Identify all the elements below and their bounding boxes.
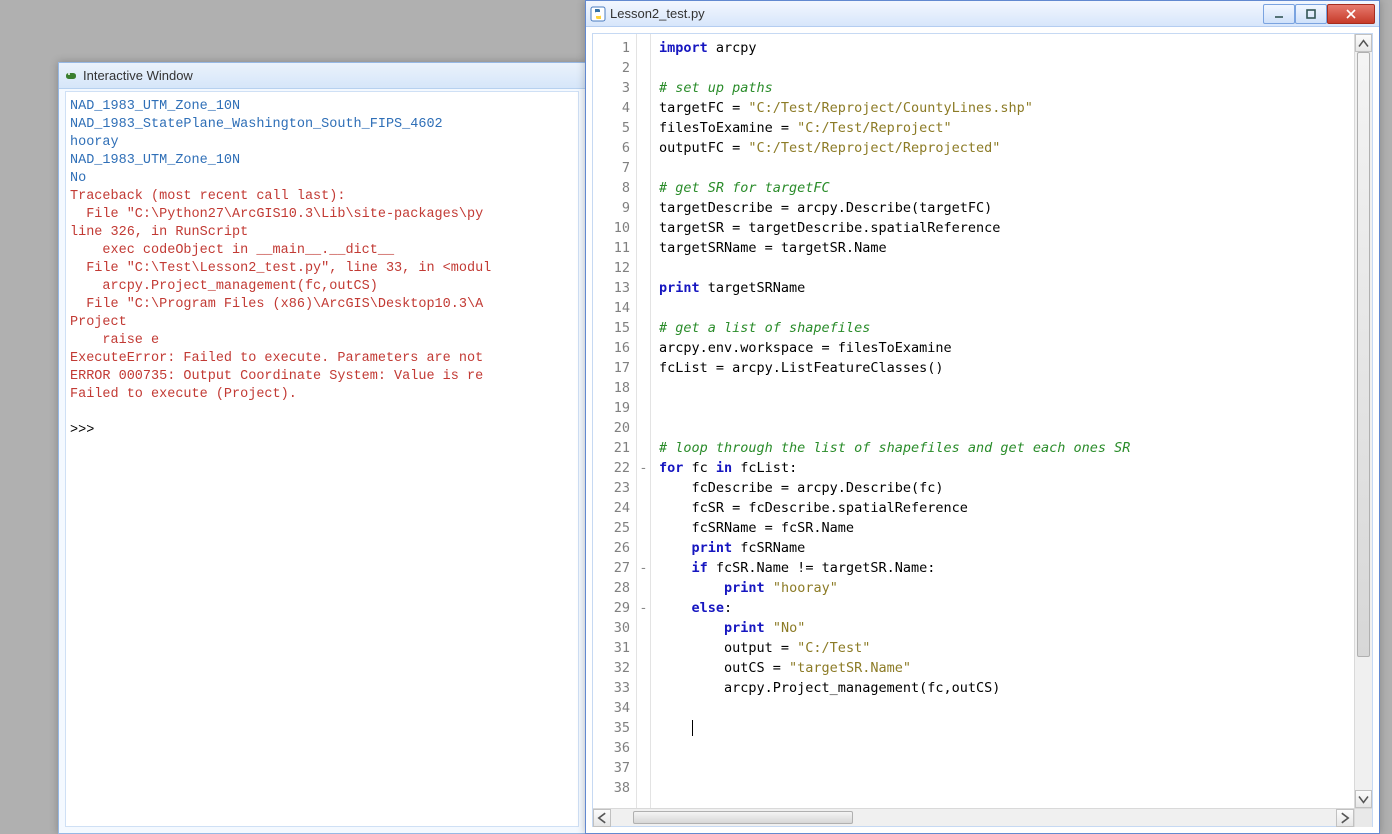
code-line	[659, 698, 1372, 718]
code-line: fcSR = fcDescribe.spatialReference	[659, 498, 1372, 518]
console-line: File "C:\Test\Lesson2_test.py", line 33,…	[70, 260, 574, 278]
code-line: outputFC = "C:/Test/Reproject/Reprojecte…	[659, 138, 1372, 158]
code-line	[659, 58, 1372, 78]
console-line: File "C:\Python27\ArcGIS10.3\Lib\site-pa…	[70, 206, 574, 224]
code-line	[659, 298, 1372, 318]
console-line: >>>	[70, 422, 574, 440]
code-line: targetSRName = targetSR.Name	[659, 238, 1372, 258]
close-button[interactable]	[1327, 4, 1375, 24]
console-line: No	[70, 170, 574, 188]
console-line: ExecuteError: Failed to execute. Paramet…	[70, 350, 574, 368]
code-line: import arcpy	[659, 38, 1372, 58]
console-line: Traceback (most recent call last):	[70, 188, 574, 206]
console-line: exec codeObject in __main__.__dict__	[70, 242, 574, 260]
console-line: ERROR 000735: Output Coordinate System: …	[70, 368, 574, 386]
scroll-left-button[interactable]	[593, 809, 611, 827]
console-line: raise e	[70, 332, 574, 350]
python-file-icon	[590, 6, 606, 22]
hscroll-thumb[interactable]	[633, 811, 853, 824]
code-line: print targetSRName	[659, 278, 1372, 298]
code-line: print "No"	[659, 618, 1372, 638]
console-line: arcpy.Project_management(fc,outCS)	[70, 278, 574, 296]
scroll-corner	[1354, 809, 1372, 827]
code-line	[659, 738, 1372, 758]
scroll-thumb[interactable]	[1357, 52, 1370, 657]
scroll-track[interactable]	[1355, 52, 1372, 790]
code-line: fcList = arcpy.ListFeatureClasses()	[659, 358, 1372, 378]
code-line: for fc in fcList:	[659, 458, 1372, 478]
code-line: fcSRName = fcSR.Name	[659, 518, 1372, 538]
code-line: if fcSR.Name != targetSR.Name:	[659, 558, 1372, 578]
code-area[interactable]: 1234567891011121314151617181920212223242…	[593, 34, 1372, 808]
editor-window: Lesson2_test.py 123456789101112131415161…	[585, 0, 1380, 834]
scroll-up-button[interactable]	[1355, 34, 1372, 52]
code-line	[659, 378, 1372, 398]
code-line: targetSR = targetDescribe.spatialReferen…	[659, 218, 1372, 238]
code-line: arcpy.env.workspace = filesToExamine	[659, 338, 1372, 358]
code-line	[659, 778, 1372, 798]
console-line: Project	[70, 314, 574, 332]
code-line: # loop through the list of shapefiles an…	[659, 438, 1372, 458]
code-line	[659, 418, 1372, 438]
window-controls	[1263, 4, 1375, 24]
editor-titlebar[interactable]: Lesson2_test.py	[586, 1, 1379, 27]
console-line: NAD_1983_StatePlane_Washington_South_FIP…	[70, 116, 574, 134]
code-line: arcpy.Project_management(fc,outCS)	[659, 678, 1372, 698]
code-line	[659, 758, 1372, 778]
scroll-down-button[interactable]	[1355, 790, 1372, 808]
line-number-gutter: 1234567891011121314151617181920212223242…	[593, 34, 637, 808]
code-line: # get SR for targetFC	[659, 178, 1372, 198]
console-line: line 326, in RunScript	[70, 224, 574, 242]
console-line: hooray	[70, 134, 574, 152]
code-text[interactable]: import arcpy # set up pathstargetFC = "C…	[651, 34, 1372, 808]
console-output[interactable]: NAD_1983_UTM_Zone_10NNAD_1983_StatePlane…	[65, 91, 579, 827]
vertical-scrollbar[interactable]	[1354, 34, 1372, 808]
interactive-title: Interactive Window	[83, 68, 193, 83]
horizontal-scrollbar[interactable]	[593, 808, 1372, 826]
editor-body: 1234567891011121314151617181920212223242…	[592, 33, 1373, 827]
code-line	[659, 398, 1372, 418]
console-line: NAD_1983_UTM_Zone_10N	[70, 152, 574, 170]
interactive-titlebar[interactable]: Interactive Window	[59, 63, 585, 89]
console-line: Failed to execute (Project).	[70, 386, 574, 404]
code-line	[659, 158, 1372, 178]
code-line: filesToExamine = "C:/Test/Reproject"	[659, 118, 1372, 138]
code-line	[659, 718, 1372, 738]
interactive-window: Interactive Window NAD_1983_UTM_Zone_10N…	[58, 62, 586, 834]
python-snake-icon	[63, 68, 79, 84]
code-line: targetDescribe = arcpy.Describe(targetFC…	[659, 198, 1372, 218]
code-line: print fcSRName	[659, 538, 1372, 558]
maximize-button[interactable]	[1295, 4, 1327, 24]
code-line: # get a list of shapefiles	[659, 318, 1372, 338]
code-line: targetFC = "C:/Test/Reproject/CountyLine…	[659, 98, 1372, 118]
code-line: outCS = "targetSR.Name"	[659, 658, 1372, 678]
console-line: File "C:\Program Files (x86)\ArcGIS\Desk…	[70, 296, 574, 314]
fold-column[interactable]: - - -	[637, 34, 651, 808]
code-line: output = "C:/Test"	[659, 638, 1372, 658]
code-line	[659, 258, 1372, 278]
console-line	[70, 404, 574, 422]
code-line: print "hooray"	[659, 578, 1372, 598]
code-line: fcDescribe = arcpy.Describe(fc)	[659, 478, 1372, 498]
scroll-right-button[interactable]	[1336, 809, 1354, 827]
console-line: NAD_1983_UTM_Zone_10N	[70, 98, 574, 116]
code-line: else:	[659, 598, 1372, 618]
editor-title: Lesson2_test.py	[610, 6, 705, 21]
code-line: # set up paths	[659, 78, 1372, 98]
minimize-button[interactable]	[1263, 4, 1295, 24]
